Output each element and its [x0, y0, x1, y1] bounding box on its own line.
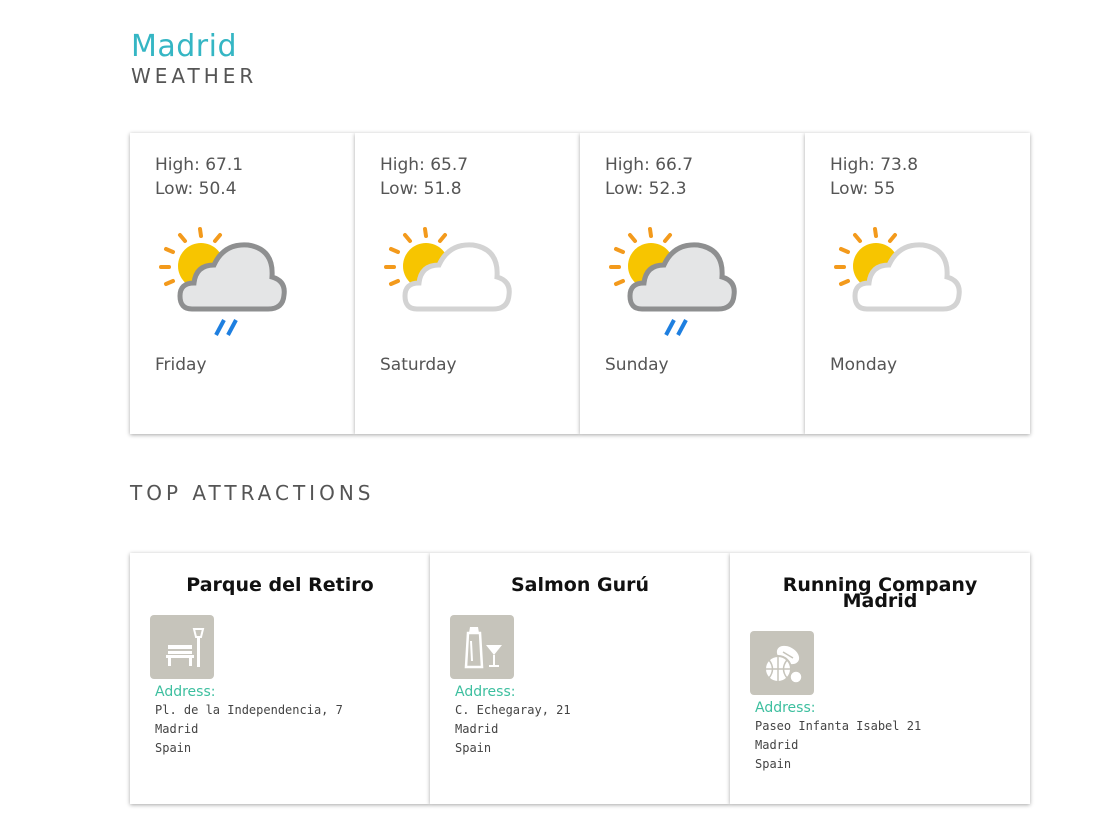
forecast-row: High: 67.1 Low: 50.4 Friday High: 65.7 L…	[130, 133, 1030, 434]
attraction-card-salmon-guru[interactable]: Salmon Gurú Address: C. Echegaray, 21 Ma…	[430, 553, 730, 804]
address-city: Madrid	[455, 722, 499, 736]
attractions-title: TOP ATTRACTIONS	[130, 481, 375, 505]
page-subtitle: WEATHER	[131, 64, 258, 88]
attraction-address: Address: Paseo Infanta Isabel 21 Madrid …	[755, 699, 921, 774]
attraction-address: Address: Pl. de la Independencia, 7 Madr…	[155, 683, 343, 758]
city-title: Madrid	[131, 29, 238, 64]
forecast-day: Monday	[830, 355, 898, 375]
page-header: Madrid WEATHER	[131, 29, 258, 89]
address-country: Spain	[755, 757, 792, 771]
attraction-name: Parque del Retiro	[186, 574, 374, 596]
low-temp: Low: 52.3	[605, 179, 687, 199]
forecast-day: Sunday	[605, 355, 669, 375]
forecast-card-sunday: High: 66.7 Low: 52.3 Sunday	[580, 133, 805, 434]
cocktail-bar-icon	[450, 615, 514, 679]
address-label: Address:	[155, 684, 216, 700]
address-line: Paseo Infanta Isabel 21	[755, 719, 922, 733]
partly-cloudy-rain-icon	[609, 227, 737, 336]
address-label: Address:	[755, 700, 816, 716]
attraction-name: Running Company Madrid	[780, 576, 980, 611]
forecast-card-saturday: High: 65.7 Low: 51.8 Saturday	[355, 133, 580, 434]
partly-cloudy-rain-icon	[159, 227, 287, 336]
low-temp: Low: 55	[830, 179, 896, 199]
attraction-address: Address: C. Echegaray, 21 Madrid Spain	[455, 683, 571, 758]
address-city: Madrid	[755, 738, 799, 752]
address-line: C. Echegaray, 21	[455, 703, 571, 717]
partly-cloudy-icon	[834, 227, 962, 312]
forecast-day: Friday	[155, 355, 207, 375]
address-country: Spain	[155, 741, 192, 755]
address-label: Address:	[455, 684, 516, 700]
low-temp: Low: 50.4	[155, 179, 237, 199]
sports-balls-icon	[750, 631, 814, 695]
attraction-card-running-company-madrid[interactable]: Running Company Madrid Address: Paseo In…	[730, 553, 1030, 804]
address-line: Pl. de la Independencia, 7	[155, 703, 343, 717]
address-country: Spain	[455, 741, 492, 755]
high-temp: High: 73.8	[830, 155, 919, 175]
high-temp: High: 66.7	[605, 155, 694, 175]
park-bench-icon	[150, 615, 214, 679]
forecast-card-monday: High: 73.8 Low: 55 Monday	[805, 133, 1030, 434]
high-temp: High: 67.1	[155, 155, 244, 175]
forecast-day: Saturday	[380, 355, 457, 375]
address-city: Madrid	[155, 722, 199, 736]
forecast-card-friday: High: 67.1 Low: 50.4 Friday	[130, 133, 355, 434]
low-temp: Low: 51.8	[380, 179, 462, 199]
attraction-card-parque-del-retiro[interactable]: Parque del Retiro Address: Pl. de la Ind…	[130, 553, 430, 804]
attraction-name: Salmon Gurú	[510, 574, 650, 596]
high-temp: High: 65.7	[380, 155, 469, 175]
attractions-row: Parque del Retiro Address: Pl. de la Ind…	[130, 553, 1030, 804]
partly-cloudy-icon	[384, 227, 512, 312]
